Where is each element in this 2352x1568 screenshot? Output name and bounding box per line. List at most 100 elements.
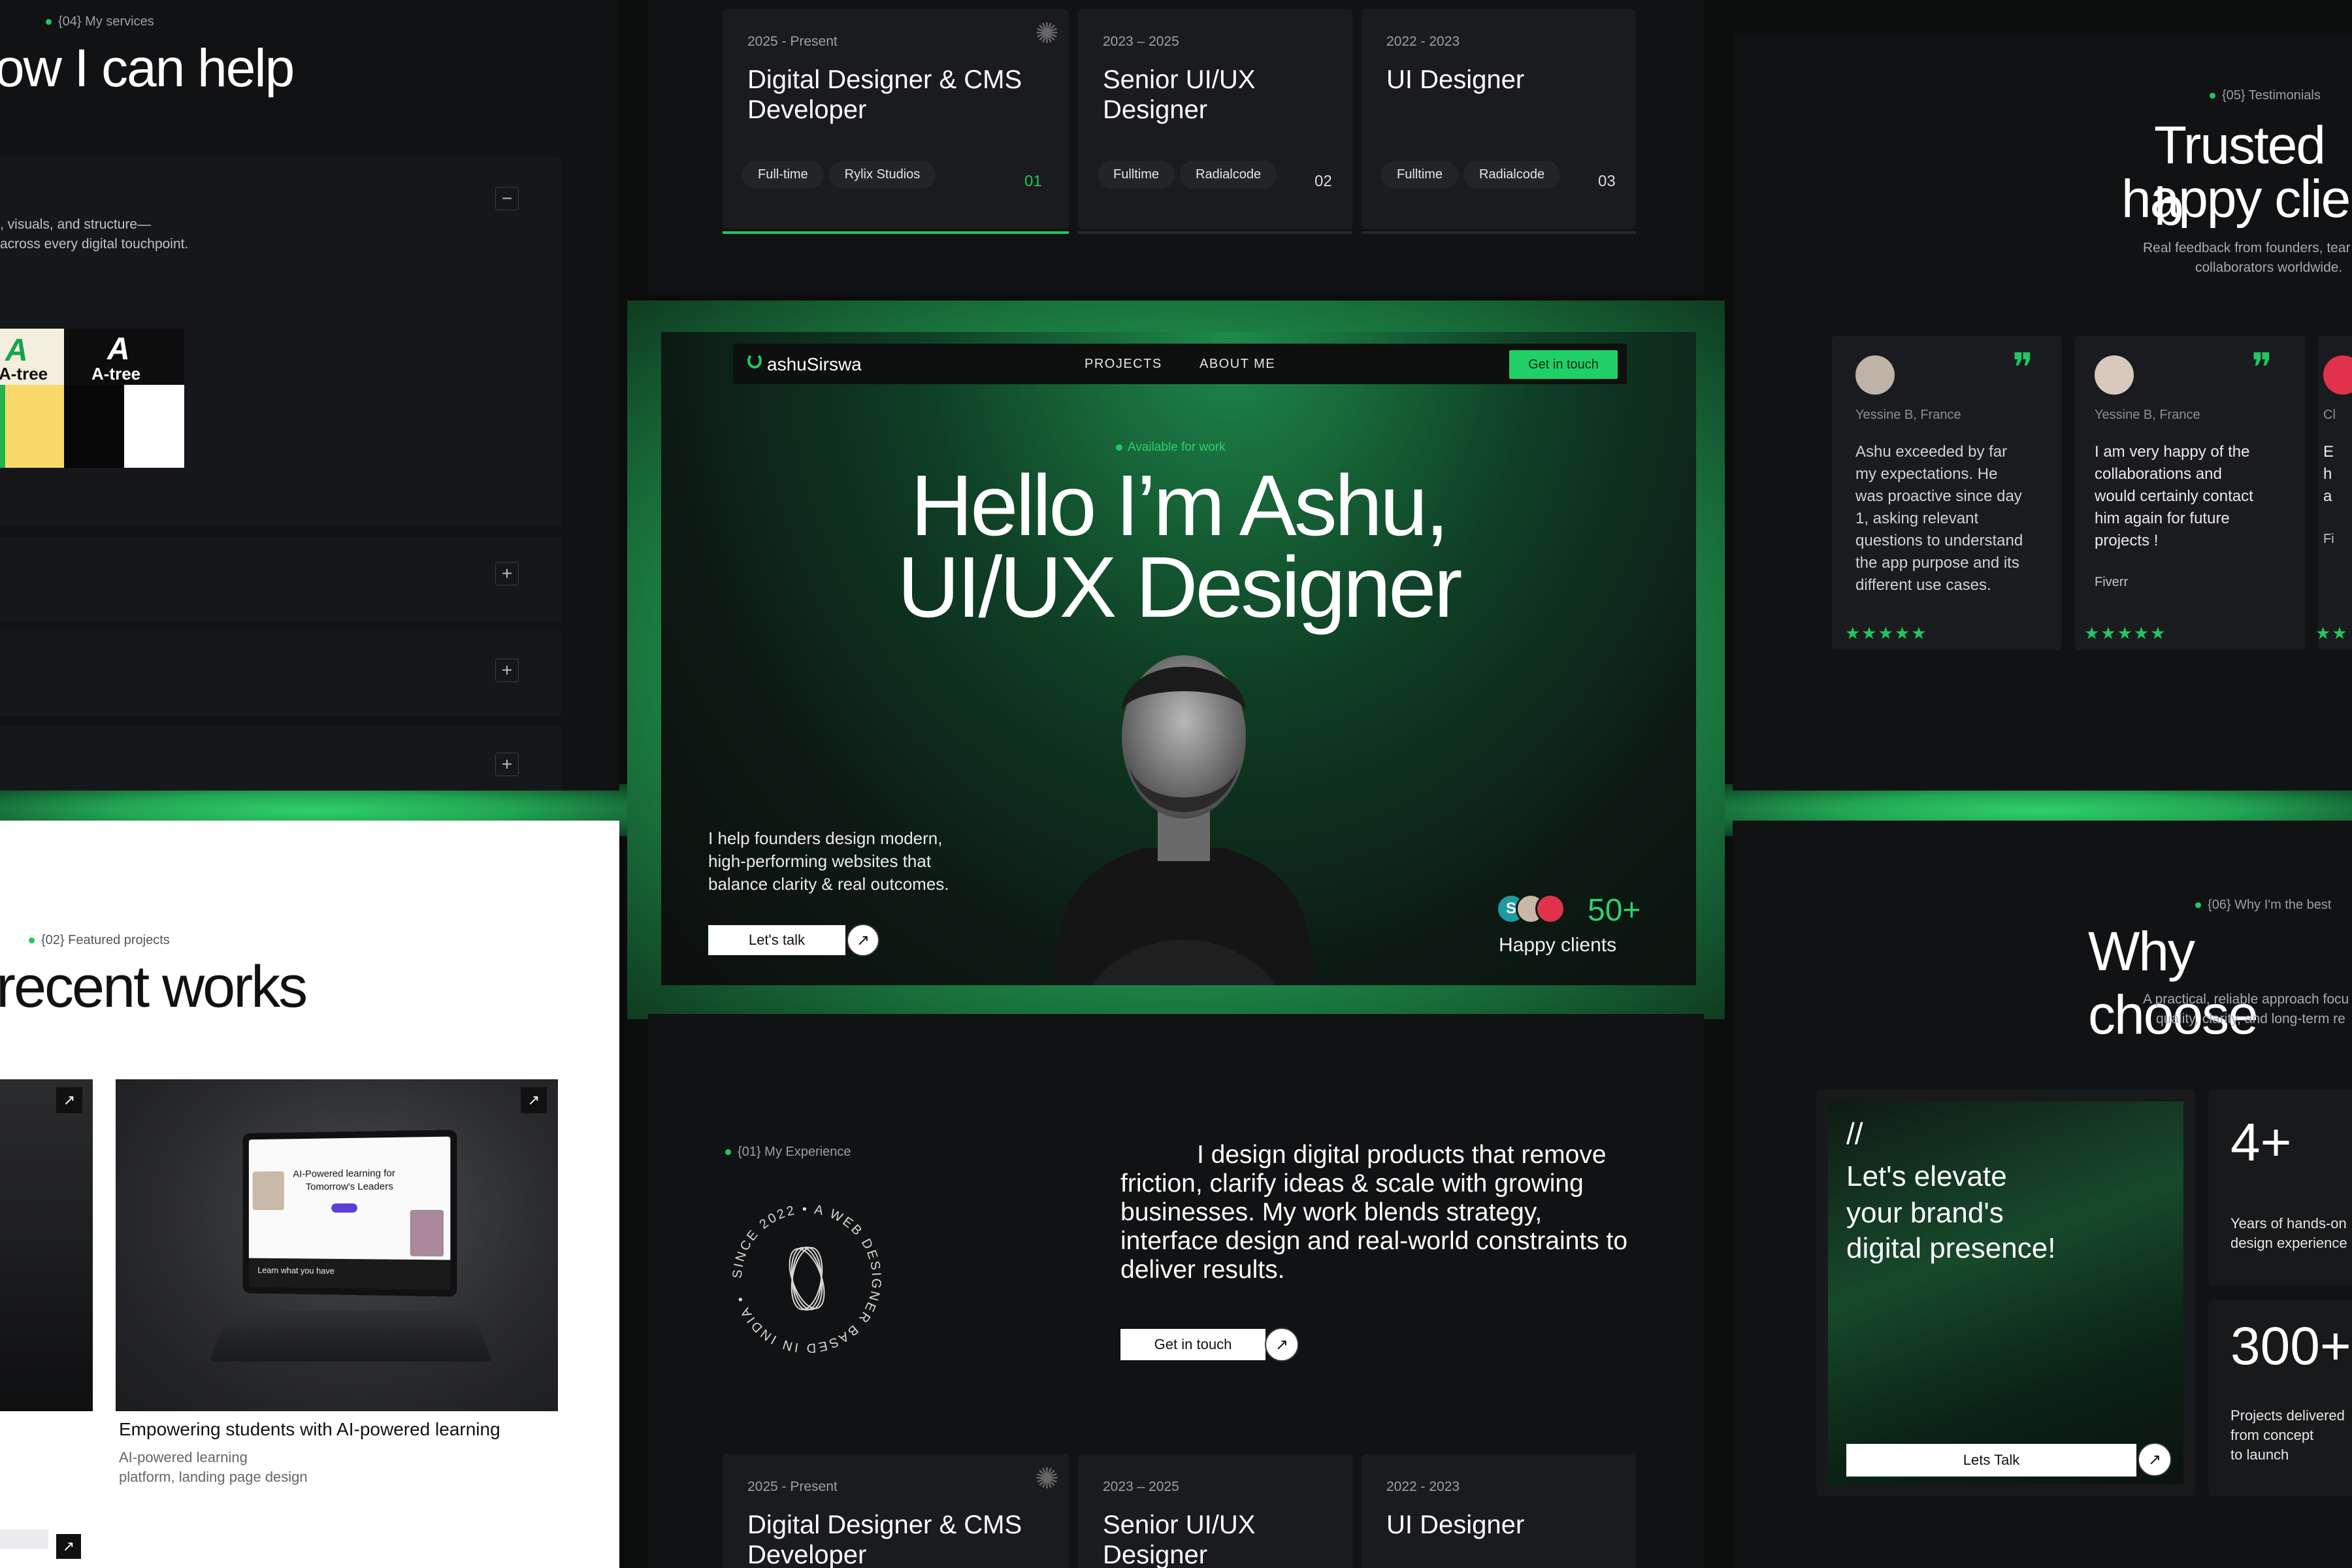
- testimonials-title-l2: happy clie: [2121, 169, 2351, 229]
- client-avatars: S: [1496, 894, 1575, 925]
- brand-logo-label-dark: A-tree: [91, 364, 141, 384]
- project-card-image[interactable]: ↗ AI-Powered learning for Tomorrow's Lea…: [116, 1079, 558, 1411]
- quote-icon: ❞: [2251, 346, 2273, 389]
- testimonial-source: Fi: [2323, 532, 2334, 546]
- exp-title-l1: UI Designer: [1386, 65, 1525, 94]
- why-tag: {06} Why I'm the best: [2195, 898, 2331, 913]
- expand-button[interactable]: +: [495, 562, 519, 585]
- mock-footer: Learn what you have: [257, 1265, 335, 1276]
- services-title: ow I can help: [0, 39, 295, 98]
- service-desc-line1: , visuals, and structure—: [0, 217, 152, 232]
- nav-projects[interactable]: PROJECTS: [1085, 357, 1162, 372]
- nav-about[interactable]: ABOUT ME: [1200, 357, 1275, 372]
- a-tree-logo-icon: A: [5, 333, 28, 368]
- services-panel: {04} My services ow I can help , visuals…: [0, 0, 619, 791]
- arrow-icon[interactable]: ↗: [2138, 1443, 2172, 1477]
- project-thumb: [0, 1529, 48, 1549]
- mock-headline-l2: Tomorrow's Leaders: [305, 1181, 393, 1193]
- why-sub-l1: A practical, reliable approach focu: [2143, 992, 2349, 1007]
- clients-label: Happy clients: [1499, 934, 1617, 956]
- projects-title: recent works: [0, 955, 308, 1020]
- cta-slashes: //: [1846, 1117, 1863, 1151]
- testimonial-l6: the app purpose and its: [1855, 554, 2019, 572]
- about-para-l3: businesses. My work blends strategy,: [1120, 1198, 1543, 1226]
- brand-logo-dark: A A-tree: [64, 329, 184, 385]
- experience-card-3b[interactable]: 2022 - 2023 UI Designer: [1362, 1454, 1636, 1568]
- laptop-screen: AI-Powered learning for Tomorrow's Leade…: [242, 1130, 457, 1297]
- arrow-icon[interactable]: ↗: [1265, 1328, 1299, 1362]
- exp-title-l1: Senior UI/UX: [1103, 1511, 1256, 1539]
- testimonial-l4: 1, asking relevant: [1855, 510, 1979, 527]
- about-get-in-touch-button[interactable]: Get in touch: [1120, 1329, 1266, 1360]
- available-badge: Available for work: [1116, 440, 1226, 455]
- service-expanded[interactable]: , visuals, and structure— across every d…: [0, 157, 562, 526]
- experience-card-1b[interactable]: ✺ 2025 - Present Digital Designer & CMS …: [723, 1454, 1069, 1568]
- experience-card-2b[interactable]: 2023 – 2025 Senior UI/UX Designer: [1078, 1454, 1352, 1568]
- arrow-icon[interactable]: ↗: [521, 1087, 547, 1113]
- experience-card-3[interactable]: 2022 - 2023 UI Designer Fulltime Radialc…: [1362, 9, 1636, 234]
- testimonial-l7: different use cases.: [1855, 576, 1991, 594]
- expand-button[interactable]: +: [495, 659, 519, 682]
- exp-title-l2: Developer: [747, 1541, 867, 1568]
- since-badge-text: SINCE 2022 • A WEB DESIGNER BASED IN IND…: [730, 1202, 884, 1355]
- mock-button: [331, 1203, 357, 1213]
- stat-card: 4+: [2208, 1090, 2352, 1286]
- stat-card: 300+ Projects delivered from concept to …: [2208, 1300, 2352, 1496]
- testimonial-card[interactable]: ❞ Yessine B, France Ashu exceeded by far…: [1832, 336, 2062, 649]
- project-title[interactable]: Empowering students with AI-powered lear…: [119, 1419, 500, 1440]
- service-item-4[interactable]: +: [0, 725, 562, 791]
- experience-card-2[interactable]: 2023 – 2025 Senior UI/UX Designer Fullti…: [1078, 9, 1352, 234]
- experience-card-1[interactable]: ✺ 2025 - Present Digital Designer & CMS …: [723, 9, 1069, 234]
- project-card-prev[interactable]: ↗: [0, 1079, 93, 1411]
- why-sub-l2: quality, clarity, and long-term re: [2156, 1011, 2345, 1026]
- stat-number: 300+: [2230, 1316, 2351, 1376]
- swatch-yellow: [5, 385, 64, 468]
- star-rating: ★★★★★: [2084, 623, 2167, 643]
- service-item-2[interactable]: +: [0, 537, 562, 622]
- cta-card[interactable]: // Let's elevate your brand's digital pr…: [1816, 1090, 2195, 1496]
- testimonial-l1: I am very happy of the: [2095, 443, 2250, 461]
- portrait-image: [1027, 613, 1341, 985]
- testimonials-sub-l2: collaborators worldwide.: [2195, 260, 2343, 275]
- exp-title-l1: Digital Designer & CMS: [747, 1511, 1022, 1539]
- exp-period: 2023 – 2025: [1103, 1479, 1179, 1494]
- brand-name[interactable]: ashuSirswa: [767, 354, 862, 375]
- get-in-touch-button[interactable]: Get in touch: [1509, 350, 1618, 379]
- star-rating: ★★★★★: [1845, 623, 1928, 643]
- lets-talk-cta-button[interactable]: Lets Talk: [1846, 1444, 2136, 1477]
- mock-headline-l1: AI-Powered learning for: [293, 1168, 395, 1180]
- testimonial-source: Fiverr: [2095, 575, 2129, 589]
- expand-button[interactable]: +: [495, 753, 519, 776]
- hero-title-l1: Hello I’m Ashu,: [910, 457, 1449, 553]
- arrow-icon[interactable]: ↗: [847, 924, 879, 956]
- projects-panel: {02} Featured projects recent works ↗ ↗ …: [0, 821, 619, 1568]
- arrow-icon[interactable]: ↗: [56, 1534, 81, 1559]
- testimonial-card[interactable]: ❞ Yessine B, France I am very happy of t…: [2075, 336, 2305, 649]
- stat1-text-l2: design experience: [2230, 1235, 2347, 1251]
- service-item-3[interactable]: +: [0, 631, 562, 716]
- laptop-screen-content: AI-Powered learning for Tomorrow's Leade…: [248, 1136, 451, 1290]
- experience-top-panel: ✺ 2025 - Present Digital Designer & CMS …: [648, 0, 1704, 295]
- swatch-black: [64, 385, 124, 468]
- arrow-icon[interactable]: ↗: [56, 1087, 82, 1113]
- testimonial-name: Yessine B, France: [1855, 408, 1961, 422]
- collapse-button[interactable]: −: [495, 187, 519, 210]
- exp-number: 01: [1024, 172, 1042, 190]
- chip-company: Rylix Studios: [828, 161, 936, 189]
- testimonial-l3: was proactive since day: [1855, 487, 2022, 505]
- exp-period: 2025 - Present: [747, 34, 838, 49]
- laptop-base: [209, 1311, 493, 1362]
- spinner-icon: ✺: [1035, 18, 1059, 50]
- testimonial-card[interactable]: Cl E h a Fi ★★: [2315, 336, 2352, 649]
- service-desc-line2: across every digital touchpoint.: [0, 237, 189, 252]
- about-para-l5: deliver results.: [1120, 1256, 1285, 1284]
- clients-count: 50+: [1588, 893, 1641, 928]
- testimonial-l3: a: [2323, 487, 2332, 505]
- testimonial-name: Cl: [2323, 408, 2336, 422]
- hero-panel: ashuSirswa PROJECTS ABOUT ME Get in touc…: [661, 332, 1696, 985]
- swatch-white: [124, 385, 184, 468]
- mock-photo: [252, 1171, 284, 1211]
- brand-logo-icon: [747, 353, 762, 368]
- lets-talk-button[interactable]: Let's talk: [708, 925, 845, 955]
- mock-photo: [410, 1209, 444, 1257]
